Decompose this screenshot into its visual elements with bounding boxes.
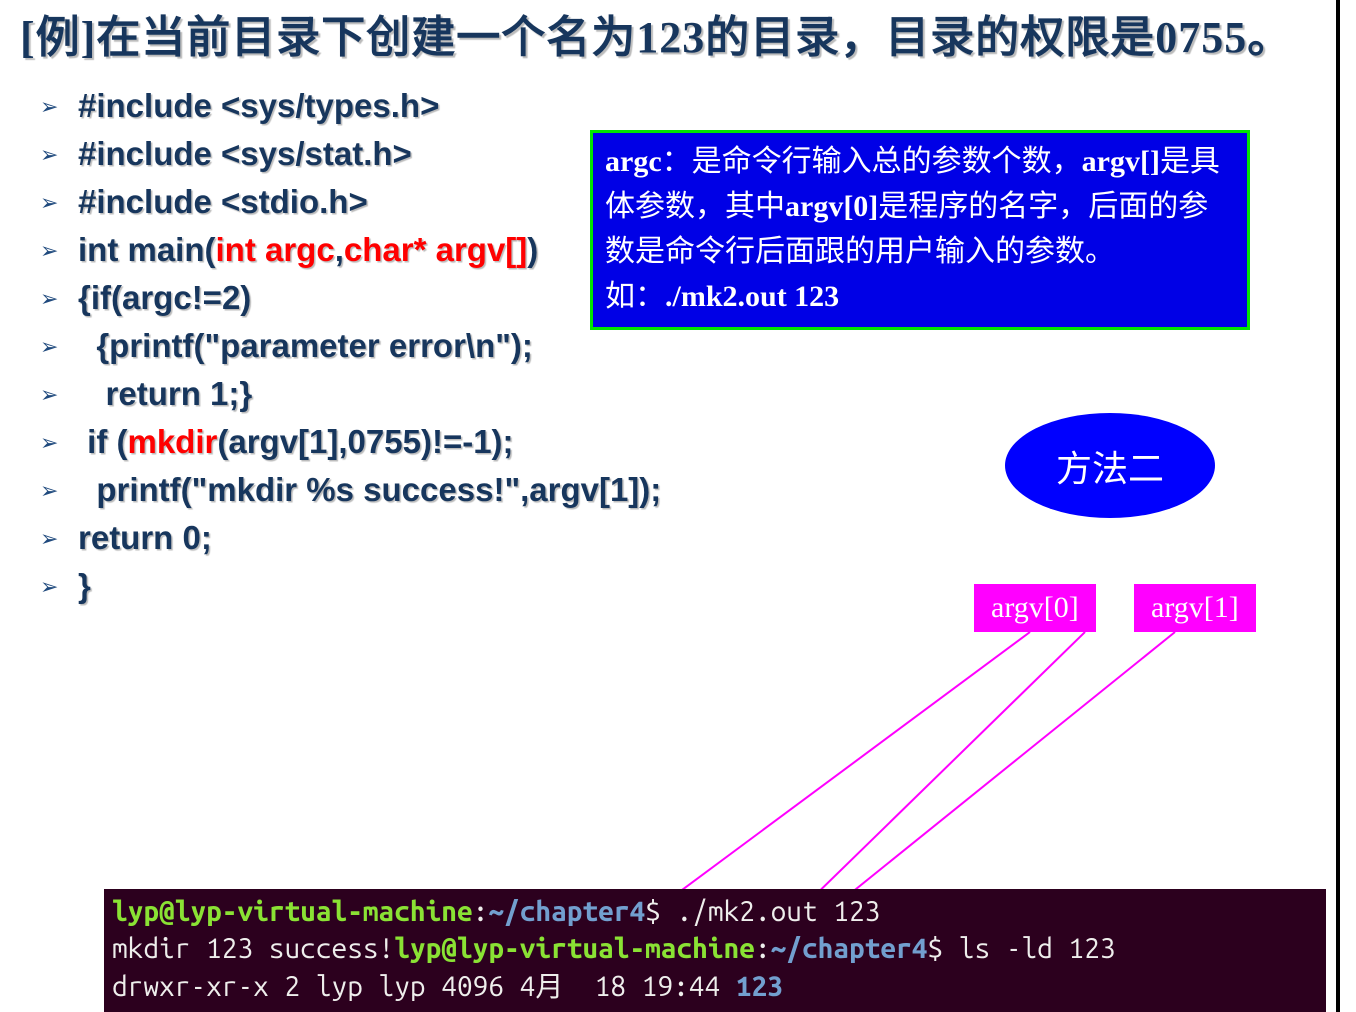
- slide-body: [例]在当前目录下创建一个名为123的目录，目录的权限是0755。 ➢ #incl…: [0, 0, 1340, 1012]
- code-line: ➢ return 0;: [40, 519, 1336, 557]
- bullet-icon: ➢: [40, 238, 60, 264]
- argv1-label-box: argv[1]: [1134, 584, 1256, 632]
- bullet-icon: ➢: [40, 334, 60, 360]
- bullet-icon: ➢: [40, 526, 60, 552]
- bullet-icon: ➢: [40, 142, 60, 168]
- code-line: ➢ {printf("parameter error\n");: [40, 327, 1336, 365]
- info-callout: argc：是命令行输入总的参数个数，argv[]是具体参数，其中argv[0]是…: [590, 130, 1250, 330]
- bullet-icon: ➢: [40, 382, 60, 408]
- code-text: printf("mkdir %s success!",argv[1]);: [78, 471, 661, 509]
- bullet-icon: ➢: [40, 94, 60, 120]
- bullet-icon: ➢: [40, 430, 60, 456]
- code-line: ➢ #include <sys/types.h>: [40, 87, 1336, 125]
- bullet-icon: ➢: [40, 190, 60, 216]
- code-text: #include <stdio.h>: [78, 183, 368, 221]
- method-badge-label: 方法二: [1056, 440, 1164, 492]
- code-text: #include <sys/stat.h>: [78, 135, 412, 173]
- code-text: return 0;: [78, 519, 212, 557]
- bullet-icon: ➢: [40, 478, 60, 504]
- slide-title: [例]在当前目录下创建一个名为123的目录，目录的权限是0755。: [0, 0, 1336, 67]
- code-text: {if(argc!=2): [78, 279, 251, 317]
- code-text: return 1;}: [78, 375, 252, 413]
- code-line: ➢ return 1;}: [40, 375, 1336, 413]
- code-text: }: [78, 567, 91, 605]
- code-text: int main(int argc,char* argv[]): [78, 231, 538, 269]
- code-text: #include <sys/types.h>: [78, 87, 439, 125]
- argv0-label-box: argv[0]: [974, 584, 1096, 632]
- method-badge: 方法二: [1005, 413, 1215, 518]
- code-text: if (mkdir(argv[1],0755)!=-1);: [78, 423, 514, 461]
- code-text: {printf("parameter error\n");: [78, 327, 533, 365]
- terminal-output: lyp@lyp-virtual-machine:~/chapter4$ ./mk…: [104, 889, 1326, 1012]
- bullet-icon: ➢: [40, 286, 60, 312]
- bullet-icon: ➢: [40, 574, 60, 600]
